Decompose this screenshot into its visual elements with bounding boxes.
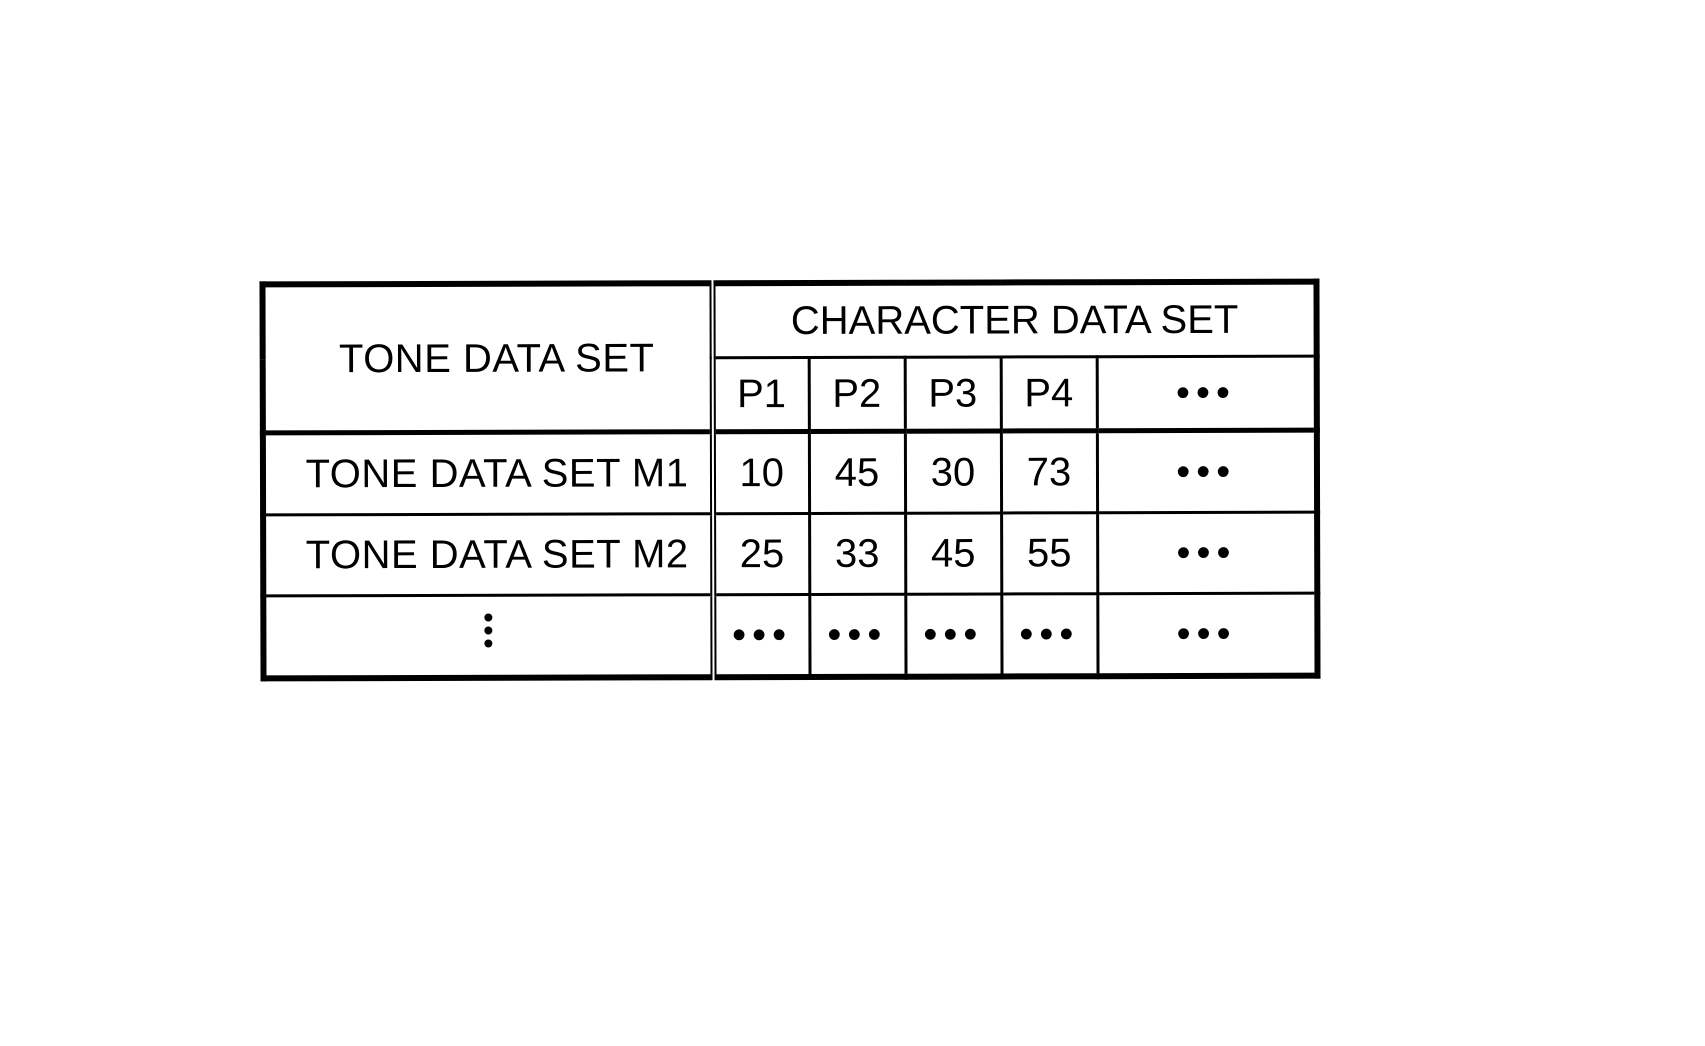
cell-value: 55 (1001, 513, 1097, 594)
cell-value: 45 (809, 431, 905, 513)
cell-more: ••• (1097, 512, 1317, 594)
row-label-more: • • • (263, 595, 713, 679)
row-header-title: TONE DATA SET (262, 283, 712, 433)
cell-value: 30 (905, 431, 1001, 513)
row-label: TONE DATA SET M2 (263, 514, 713, 596)
cell-more: ••• (1001, 594, 1097, 677)
cell-more: ••• (905, 594, 1001, 677)
table-container: TONE DATA SET CHARACTER DATA SET P1 P2 P… (259, 279, 1320, 682)
cell-value: 45 (905, 513, 1001, 594)
column-header-p1: P1 (713, 357, 809, 431)
row-label: TONE DATA SET M1 (263, 432, 713, 515)
column-header-p4: P4 (1001, 357, 1097, 431)
cell-value: 25 (713, 513, 809, 594)
table-row: TONE DATA SET M1 10 45 30 73 ••• (263, 430, 1317, 515)
cell-value: 73 (1001, 431, 1097, 513)
tone-character-table: TONE DATA SET CHARACTER DATA SET P1 P2 P… (259, 279, 1320, 682)
column-header-p3: P3 (905, 357, 1001, 431)
table-row-more: • • • ••• ••• ••• ••• ••• (263, 593, 1317, 678)
cell-value: 33 (809, 513, 905, 594)
cell-more: ••• (809, 594, 905, 677)
column-header-more: ••• (1097, 356, 1317, 431)
vertical-ellipsis-icon: • • • (483, 612, 493, 650)
column-header-p2: P2 (809, 357, 905, 431)
cell-more: ••• (1097, 593, 1317, 676)
table-row: TONE DATA SET M2 25 33 45 55 ••• (263, 512, 1317, 596)
cell-value: 10 (713, 431, 809, 513)
cell-more: ••• (713, 594, 809, 677)
column-group-title: CHARACTER DATA SET (712, 282, 1316, 358)
cell-more: ••• (1097, 430, 1317, 513)
